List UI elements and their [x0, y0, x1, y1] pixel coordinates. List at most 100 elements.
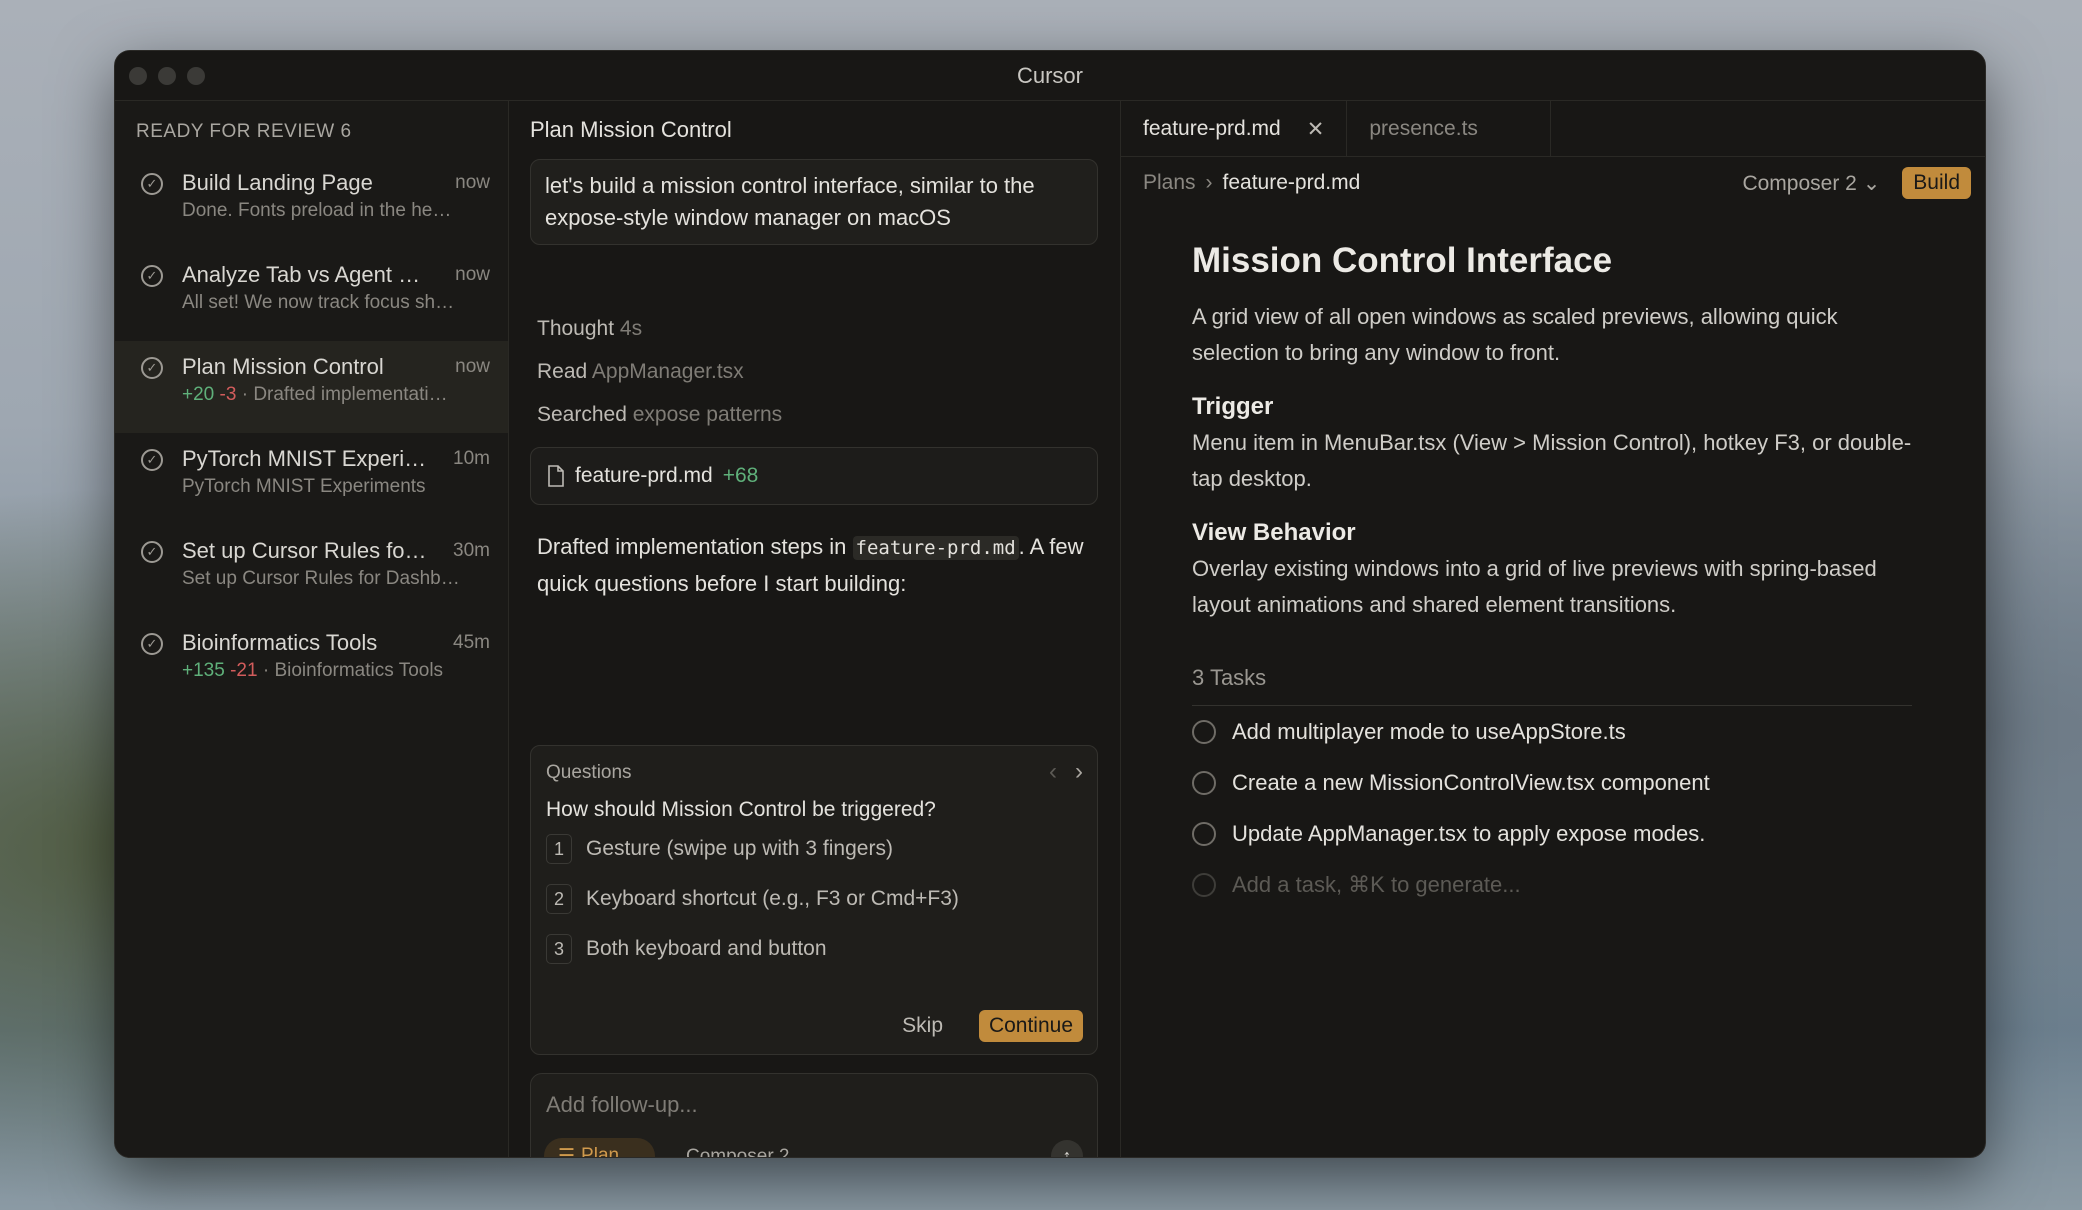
question-option[interactable]: 3 Both keyboard and button — [546, 934, 827, 964]
question-text: How should Mission Control be triggered? — [546, 798, 936, 821]
chevron-down-icon: ⌄ — [1862, 171, 1881, 195]
lines-added: +20 — [182, 384, 215, 405]
model-label: Composer 2 — [686, 1146, 790, 1158]
option-text: Gesture (swipe up with 3 fingers) — [586, 837, 893, 860]
model-label: Composer 2 — [1742, 171, 1857, 195]
build-button[interactable]: Build — [1902, 167, 1971, 199]
sidebar-item[interactable]: ✓ Analyze Tab vs Agent … now All set! We … — [115, 249, 508, 341]
lines-added: +135 — [182, 660, 225, 681]
agent-action: Thought 4s — [537, 317, 642, 341]
option-number: 1 — [546, 834, 572, 864]
sidebar-item-active[interactable]: ✓ Plan Mission Control now +20 -3 · Draft… — [115, 341, 508, 433]
editor-toolbar: Composer 2 ⌄ Build — [1742, 167, 1971, 199]
sidebar-item[interactable]: ✓ Bioinformatics Tools 45m +135 -21 · Bio… — [115, 617, 508, 709]
send-arrow-icon[interactable]: ↑ — [1051, 1140, 1083, 1157]
task-checkbox[interactable] — [1192, 770, 1216, 795]
question-option[interactable]: 2 Keyboard shortcut (e.g., F3 or Cmd+F3) — [546, 884, 959, 914]
chat-panel: Plan Mission Control let's build a missi… — [509, 101, 1121, 1157]
task-checkbox — [1192, 872, 1216, 897]
option-number: 3 — [546, 934, 572, 964]
sidebar-item-time: 30m — [453, 540, 490, 561]
breadcrumb-current[interactable]: feature-prd.md — [1223, 171, 1361, 195]
file-reference-card[interactable]: feature-prd.md +68 — [530, 447, 1098, 505]
chevron-left-icon[interactable]: ‹ — [1049, 758, 1057, 786]
composer-model-selector[interactable]: Composer 2 ⌄ — [1742, 171, 1880, 196]
sidebar-item-title: Bioinformatics Tools — [182, 630, 378, 655]
sidebar-item-title: PyTorch MNIST Experi… — [182, 446, 427, 471]
title-bar: Cursor — [115, 51, 1985, 101]
task-checkbox[interactable] — [1192, 719, 1216, 744]
sidebar-item-subtitle: PyTorch MNIST Experiments — [182, 476, 426, 497]
user-prompt[interactable]: let's build a mission control interface,… — [530, 159, 1098, 245]
action-verb: Read — [537, 360, 588, 383]
action-detail: AppManager.tsx — [591, 360, 744, 383]
sidebar-item[interactable]: ✓ Set up Cursor Rules fo… 30m Set up Curs… — [115, 525, 508, 617]
question-option[interactable]: 1 Gesture (swipe up with 3 fingers) — [546, 834, 893, 864]
app-window: Cursor READY FOR REVIEW 6 ✓ Build Landin… — [114, 50, 1986, 1158]
task-checkbox[interactable] — [1192, 821, 1216, 846]
option-text: Keyboard shortcut (e.g., F3 or Cmd+F3) — [586, 887, 959, 910]
check-circle-icon: ✓ — [141, 541, 163, 563]
doc-intro: A grid view of all open windows as scale… — [1192, 304, 1838, 365]
tab-feature-prd[interactable]: feature-prd.md ✕ — [1121, 101, 1348, 157]
sidebar-item-time: 45m — [453, 632, 490, 653]
sidebar-item[interactable]: ✓ PyTorch MNIST Experi… 10m PyTorch MNIST… — [115, 433, 508, 525]
sidebar-item-subtitle: Bioinformatics Tools — [274, 660, 444, 681]
agent-sidebar: READY FOR REVIEW 6 ✓ Build Landing Page n… — [115, 101, 509, 1157]
breadcrumb-root[interactable]: Plans — [1143, 171, 1196, 195]
sidebar-item-time: now — [455, 172, 490, 193]
tasks-header: 3 Tasks — [1192, 665, 1912, 706]
file-icon — [548, 465, 564, 487]
sidebar-item-time: now — [455, 356, 490, 377]
section-heading: Trigger — [1192, 393, 1274, 420]
questions-card: Questions ‹ › How should Mission Control… — [530, 745, 1098, 1055]
check-circle-icon: ✓ — [141, 633, 163, 655]
sidebar-item-title: Plan Mission Control — [182, 354, 384, 379]
inline-code: feature-prd.md — [852, 536, 1019, 560]
chevron-right-icon[interactable]: › — [1075, 758, 1083, 786]
task-item[interactable]: Update AppManager.tsx to apply expose mo… — [1192, 808, 1912, 859]
model-selector[interactable]: Composer 2 ⌄ — [686, 1145, 811, 1158]
editor-tabs: feature-prd.md ✕ presence.ts — [1121, 101, 1985, 157]
continue-button[interactable]: Continue — [978, 1010, 1083, 1042]
chat-title: Plan Mission Control — [530, 117, 732, 142]
followup-composer: Add follow-up... ☰ Plan ⌄ Composer 2 ⌄ ↑ — [530, 1073, 1098, 1158]
window-title: Cursor — [1016, 63, 1083, 88]
check-circle-icon: ✓ — [141, 449, 163, 471]
sidebar-item-title: Set up Cursor Rules fo… — [182, 538, 427, 563]
sidebar-item-title: Build Landing Page — [182, 170, 373, 195]
skip-button[interactable]: Skip — [902, 1014, 943, 1038]
action-verb: Thought — [537, 317, 615, 340]
assistant-message: Drafted implementation steps in feature-… — [537, 529, 1097, 601]
section-body: Overlay existing windows into a grid of … — [1192, 556, 1877, 617]
plan-mode-dropdown[interactable]: ☰ Plan ⌄ — [544, 1138, 655, 1158]
action-detail: expose patterns — [632, 403, 783, 426]
questions-label: Questions — [546, 762, 632, 783]
add-task-input[interactable]: Add a task, ⌘K to generate... — [1192, 859, 1912, 910]
task-item[interactable]: Add multiplayer mode to useAppStore.ts — [1192, 706, 1912, 757]
tab-presence[interactable]: presence.ts — [1347, 101, 1552, 157]
close-icon[interactable]: ✕ — [1307, 117, 1325, 157]
task-text: Update AppManager.tsx to apply expose mo… — [1232, 820, 1706, 846]
lines-removed: -3 — [219, 384, 237, 405]
section-heading: View Behavior — [1192, 519, 1356, 546]
agent-action[interactable]: Searched expose patterns — [537, 403, 782, 427]
task-item[interactable]: Create a new MissionControlView.tsx comp… — [1192, 757, 1912, 808]
breadcrumb: Plans › feature-prd.md — [1143, 171, 1360, 195]
sidebar-item[interactable]: ✓ Build Landing Page now Done. Fonts prel… — [115, 157, 508, 249]
plan-document: Mission Control Interface A grid view of… — [1192, 241, 1912, 910]
action-verb: Searched — [537, 403, 627, 426]
check-circle-icon: ✓ — [141, 265, 163, 287]
option-text: Both keyboard and button — [586, 937, 827, 960]
followup-input[interactable]: Add follow-up... — [546, 1092, 698, 1118]
tab-label: feature-prd.md — [1143, 117, 1281, 140]
agent-action[interactable]: Read AppManager.tsx — [537, 360, 744, 384]
list-icon: ☰ — [558, 1145, 576, 1158]
chevron-down-icon: ⌄ — [794, 1146, 811, 1158]
add-task-placeholder: Add a task, ⌘K to generate... — [1232, 871, 1521, 897]
mode-label: Plan — [581, 1145, 620, 1158]
editor-panel: feature-prd.md ✕ presence.ts Plans › feat… — [1121, 101, 1985, 1157]
message-text: Drafted implementation steps in — [537, 534, 853, 559]
option-number: 2 — [546, 884, 572, 914]
tab-label: presence.ts — [1369, 117, 1478, 140]
